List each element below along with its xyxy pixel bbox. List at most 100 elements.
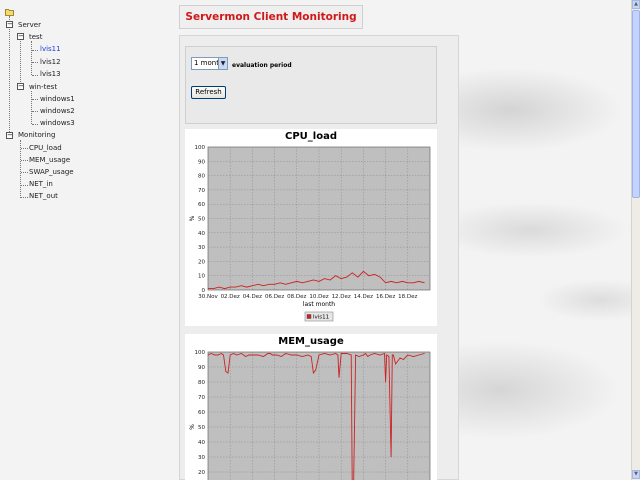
data-point bbox=[307, 354, 309, 356]
monitoring-collapse-toggle[interactable]: − bbox=[6, 132, 13, 139]
win-test-collapse-toggle[interactable]: − bbox=[17, 83, 24, 90]
cpu-load-chart-card: CPU_load 0 10 20 30 40 50 60 70 80 90 100 30.Nov 02.… bbox=[185, 129, 437, 326]
scroll-down-button[interactable]: ▼ bbox=[632, 470, 640, 479]
x-tick-label: 18.Dez bbox=[398, 294, 417, 300]
tree-node-monitoring[interactable]: Monitoring bbox=[18, 130, 55, 140]
x-tick-label: 14.Dez bbox=[354, 294, 373, 300]
data-point bbox=[424, 353, 425, 354]
data-point bbox=[395, 363, 396, 365]
data-point bbox=[252, 285, 253, 287]
data-point bbox=[318, 281, 320, 282]
data-point bbox=[337, 354, 339, 356]
data-point bbox=[391, 354, 393, 356]
tree-node-test[interactable]: test bbox=[29, 32, 42, 42]
x-tick-label: 02.Dez bbox=[221, 294, 240, 300]
data-point bbox=[374, 273, 375, 275]
data-point bbox=[350, 354, 352, 356]
y-tick-label: 20 bbox=[198, 470, 205, 476]
data-point bbox=[340, 353, 342, 354]
chevron-down-icon[interactable]: ▼ bbox=[218, 58, 227, 69]
x-tick-label: 04.Dez bbox=[243, 294, 262, 300]
data-point bbox=[245, 356, 247, 357]
data-point bbox=[257, 354, 259, 356]
data-point bbox=[240, 353, 242, 354]
tree-node-net-in[interactable]: NET_in bbox=[29, 179, 53, 189]
data-point bbox=[301, 282, 303, 284]
mem-usage-chart: 20 30 40 50 60 70 80 90 100% bbox=[189, 350, 431, 480]
y-tick-label: 50 bbox=[198, 425, 205, 431]
x-tick-label: 12.Dez bbox=[332, 294, 351, 300]
y-tick-label: 40 bbox=[198, 231, 205, 237]
data-point bbox=[407, 354, 409, 356]
y-tick-label: 30 bbox=[198, 455, 205, 461]
tree-node-net-out[interactable]: NET_out bbox=[29, 191, 58, 201]
scrollbar-thumb[interactable] bbox=[632, 10, 640, 198]
data-point bbox=[346, 353, 348, 354]
data-point bbox=[267, 353, 269, 354]
data-point bbox=[368, 275, 370, 277]
tree-node-swap-usage[interactable]: SWAP_usage bbox=[29, 167, 74, 177]
data-point bbox=[279, 282, 281, 284]
data-point bbox=[340, 278, 342, 279]
tree-node-windows2[interactable]: windows2 bbox=[40, 106, 75, 116]
data-point bbox=[301, 356, 303, 357]
y-tick-label: 70 bbox=[198, 188, 205, 194]
data-point bbox=[366, 354, 368, 356]
data-point bbox=[367, 356, 369, 357]
data-point bbox=[227, 372, 229, 374]
server-collapse-toggle[interactable]: − bbox=[6, 21, 13, 28]
data-point bbox=[213, 288, 214, 289]
data-point bbox=[324, 353, 325, 354]
refresh-button[interactable]: Refresh bbox=[191, 86, 226, 99]
tree-node-lvis11[interactable]: lvis11 bbox=[40, 44, 61, 54]
cpu-load-chart: 010203040506070809010030.Nov 02.Dez 04.Dez… bbox=[189, 145, 431, 322]
data-point bbox=[379, 276, 381, 278]
data-point bbox=[384, 353, 385, 354]
data-point bbox=[207, 288, 209, 289]
navigation-tree: − Server − test lvis11 lvis12 lvis13 − w… bbox=[0, 0, 170, 480]
data-point bbox=[324, 278, 325, 279]
data-point bbox=[214, 354, 216, 356]
y-axis-label: % bbox=[189, 424, 196, 430]
data-point bbox=[296, 354, 298, 356]
data-point bbox=[363, 354, 364, 356]
data-point bbox=[346, 276, 348, 278]
data-point bbox=[263, 285, 264, 287]
tree-node-lvis12[interactable]: lvis12 bbox=[40, 57, 61, 67]
tree-node-lvis13[interactable]: lvis13 bbox=[40, 69, 61, 79]
data-point bbox=[385, 381, 386, 383]
data-point bbox=[229, 354, 231, 356]
tree-node-cpu-load[interactable]: CPU_load bbox=[29, 143, 62, 153]
data-point bbox=[424, 282, 425, 284]
y-tick-label: 20 bbox=[198, 259, 205, 265]
page-title: Servermon Client Monitoring bbox=[179, 5, 363, 29]
evaluation-period-label: evaluation period bbox=[232, 62, 292, 69]
test-collapse-toggle[interactable]: − bbox=[17, 33, 24, 40]
legend-swatch bbox=[306, 314, 312, 319]
data-point bbox=[399, 357, 401, 359]
y-tick-label: 90 bbox=[198, 365, 205, 371]
y-tick-label: 40 bbox=[198, 440, 205, 446]
data-point bbox=[246, 286, 248, 288]
tree-node-server[interactable]: Server bbox=[18, 20, 41, 30]
data-point bbox=[272, 354, 273, 356]
data-point bbox=[335, 353, 336, 354]
tree-node-mem-usage[interactable]: MEM_usage bbox=[29, 155, 70, 165]
data-point bbox=[243, 354, 244, 356]
scroll-up-button[interactable]: ▲ bbox=[632, 0, 640, 9]
data-point bbox=[290, 354, 292, 356]
tree-node-windows1[interactable]: windows1 bbox=[40, 94, 75, 104]
data-point bbox=[407, 282, 409, 284]
data-point bbox=[307, 281, 309, 282]
data-point bbox=[363, 271, 364, 272]
data-point bbox=[257, 283, 259, 285]
data-point bbox=[280, 356, 282, 357]
tree-node-win-test[interactable]: win-test bbox=[29, 82, 57, 92]
tree-node-windows3[interactable]: windows3 bbox=[40, 118, 75, 128]
data-point bbox=[285, 283, 287, 285]
data-point bbox=[418, 281, 420, 282]
folder-icon bbox=[5, 9, 14, 16]
data-point bbox=[318, 354, 320, 356]
period-select[interactable]: 1 month ▼ bbox=[191, 57, 228, 70]
data-point bbox=[296, 281, 298, 282]
